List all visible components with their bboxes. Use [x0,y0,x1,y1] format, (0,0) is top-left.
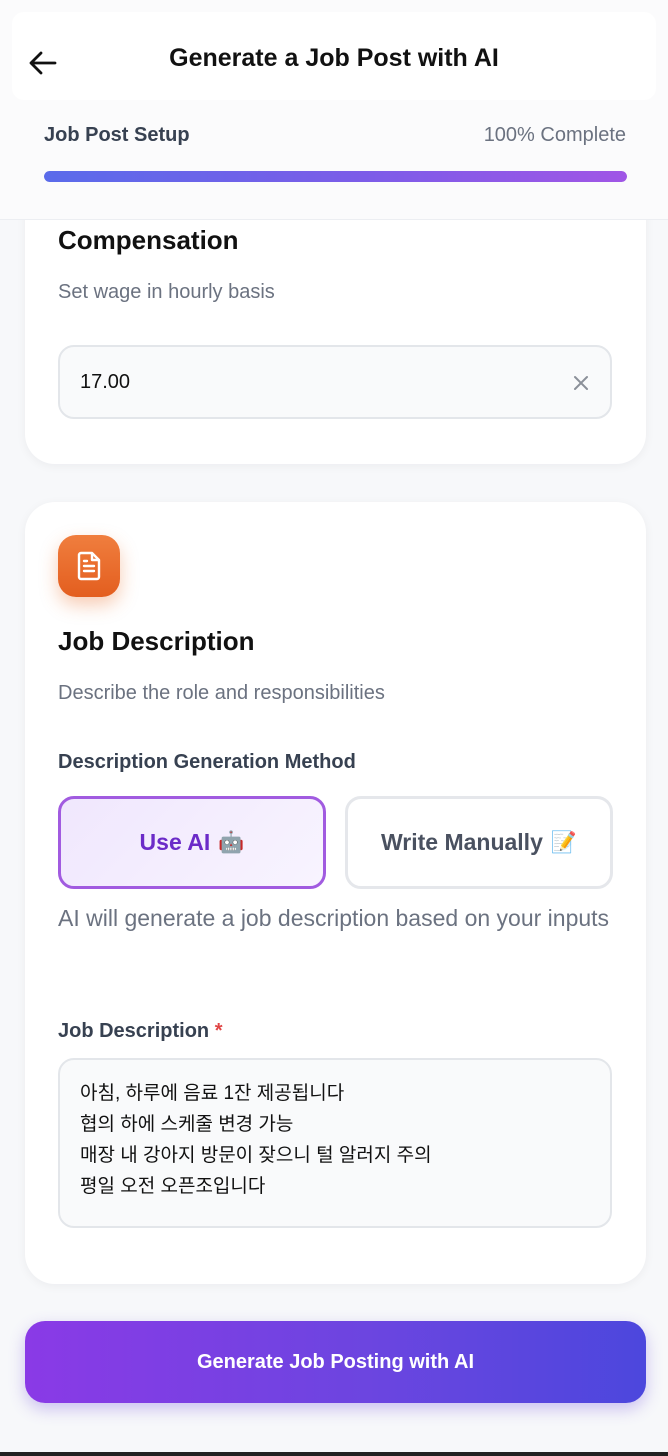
write-manually-button[interactable]: Write Manually 📝 [345,796,613,889]
use-ai-button[interactable]: Use AI 🤖 [58,796,326,889]
generate-job-posting-button[interactable]: Generate Job Posting with AI [25,1321,646,1403]
job-description-subtitle: Describe the role and responsibilities [58,682,385,704]
home-indicator [0,1452,668,1456]
job-description-card: Job Description Describe the role and re… [25,502,646,1284]
progress-percent: 100% Complete [483,124,626,146]
progress-label: Job Post Setup [44,124,190,146]
description-field-label: Job Description * [58,1020,223,1043]
progress-bar [44,171,627,182]
robot-icon: 🤖 [218,830,245,854]
progress-fill [44,171,627,182]
use-ai-label: Use AI [139,829,211,855]
wage-value[interactable]: 17.00 [80,371,130,394]
job-description-title: Job Description [58,626,255,656]
close-icon[interactable] [568,370,594,396]
ai-helper-text: AI will generate a job description based… [58,905,610,931]
description-line: 매장 내 강아지 방문이 잦으니 털 알러지 주의 [80,1145,432,1166]
write-manually-label: Write Manually [380,829,543,855]
header: Generate a Job Post with AI Job Post Set… [0,0,668,220]
required-mark: * [214,1020,223,1042]
arrow-left-icon[interactable] [26,46,60,80]
description-line: 협의 하에 스케줄 변경 가능 [80,1114,294,1135]
document-icon [58,535,120,597]
description-label-text: Job Description [58,1020,210,1042]
method-label: Description Generation Method [58,751,356,773]
description-line: 아침, 하루에 음료 1잔 제공됩니다 [80,1083,345,1104]
page-title: Generate a Job Post with AI [169,44,499,72]
compensation-title: Compensation [58,225,239,255]
description-line: 평일 오전 오픈조입니다 [80,1176,266,1197]
job-description-textarea[interactable]: 아침, 하루에 음료 1잔 제공됩니다 협의 하에 스케줄 변경 가능 매장 내… [58,1058,612,1228]
memo-icon: 📝 [550,830,578,854]
compensation-subtitle: Set wage in hourly basis [58,281,275,303]
wage-input[interactable]: 17.00 [58,345,612,419]
